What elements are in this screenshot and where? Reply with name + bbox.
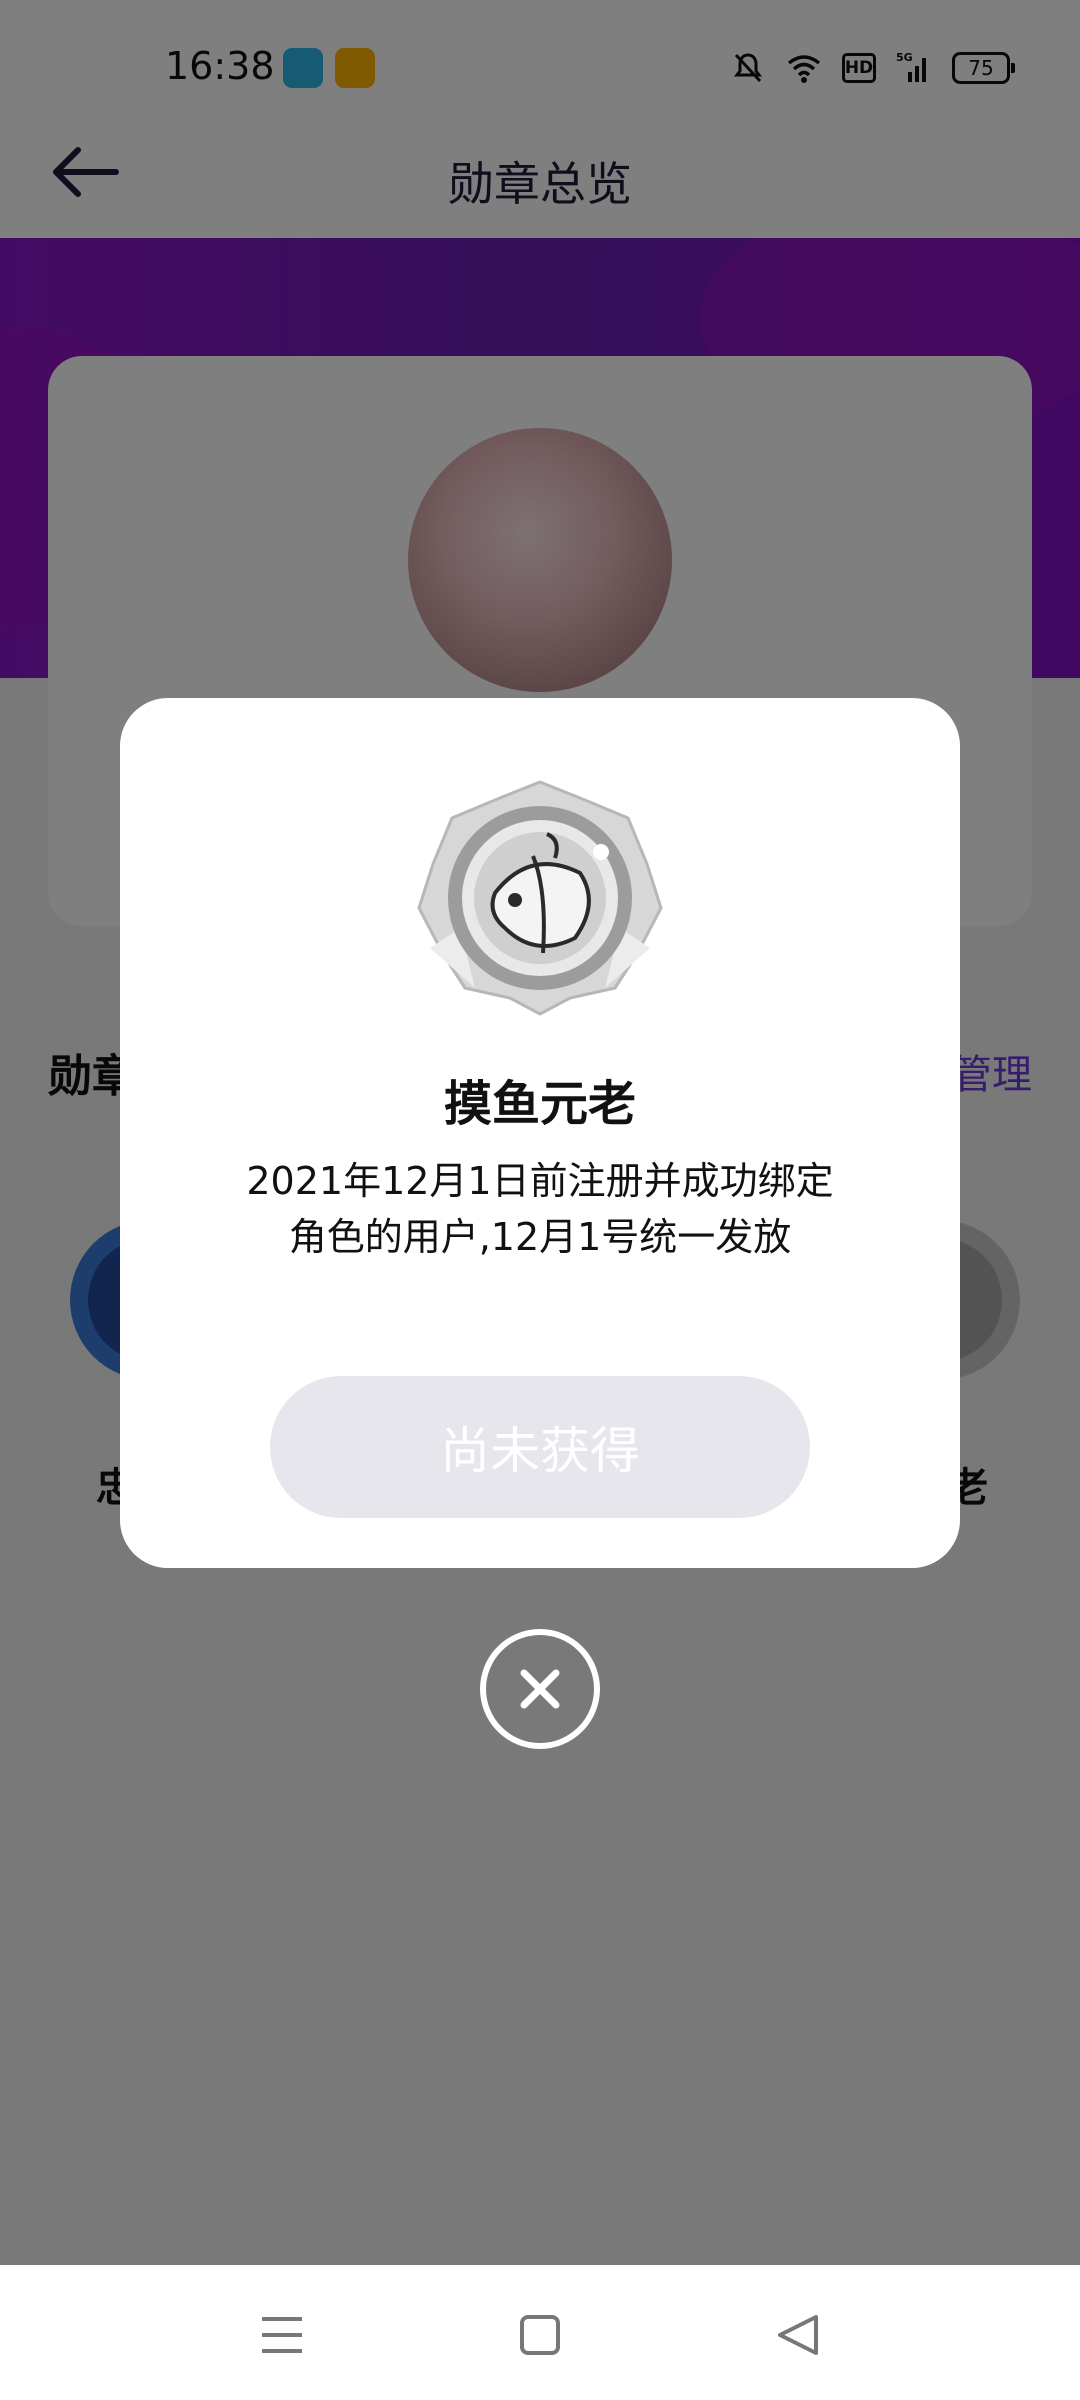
badge-description-line: 角色的用户,12月1号统一发放 [288, 1215, 792, 1259]
not-obtained-button[interactable]: 尚未获得 [270, 1376, 810, 1518]
badge-name: 摸鱼元老 [443, 1076, 636, 1132]
back-triangle-icon[interactable] [758, 2295, 838, 2375]
badge-description: 2021年12月1日前注册并成功绑定 角色的用户,12月1号统一发放 [180, 1153, 900, 1265]
fish-medal-icon [417, 780, 663, 1016]
screen: 16:38 HD 5G 75 [0, 0, 1080, 2400]
home-square-icon[interactable] [500, 2295, 580, 2375]
badge-detail-dialog: 摸鱼元老 2021年12月1日前注册并成功绑定 角色的用户,12月1号统一发放 … [120, 698, 960, 1568]
menu-icon[interactable] [242, 2295, 322, 2375]
close-button[interactable] [480, 1629, 600, 1749]
close-icon [520, 1669, 560, 1709]
system-navigation-bar [0, 2265, 1080, 2400]
badge-description-line: 2021年12月1日前注册并成功绑定 [246, 1159, 834, 1203]
